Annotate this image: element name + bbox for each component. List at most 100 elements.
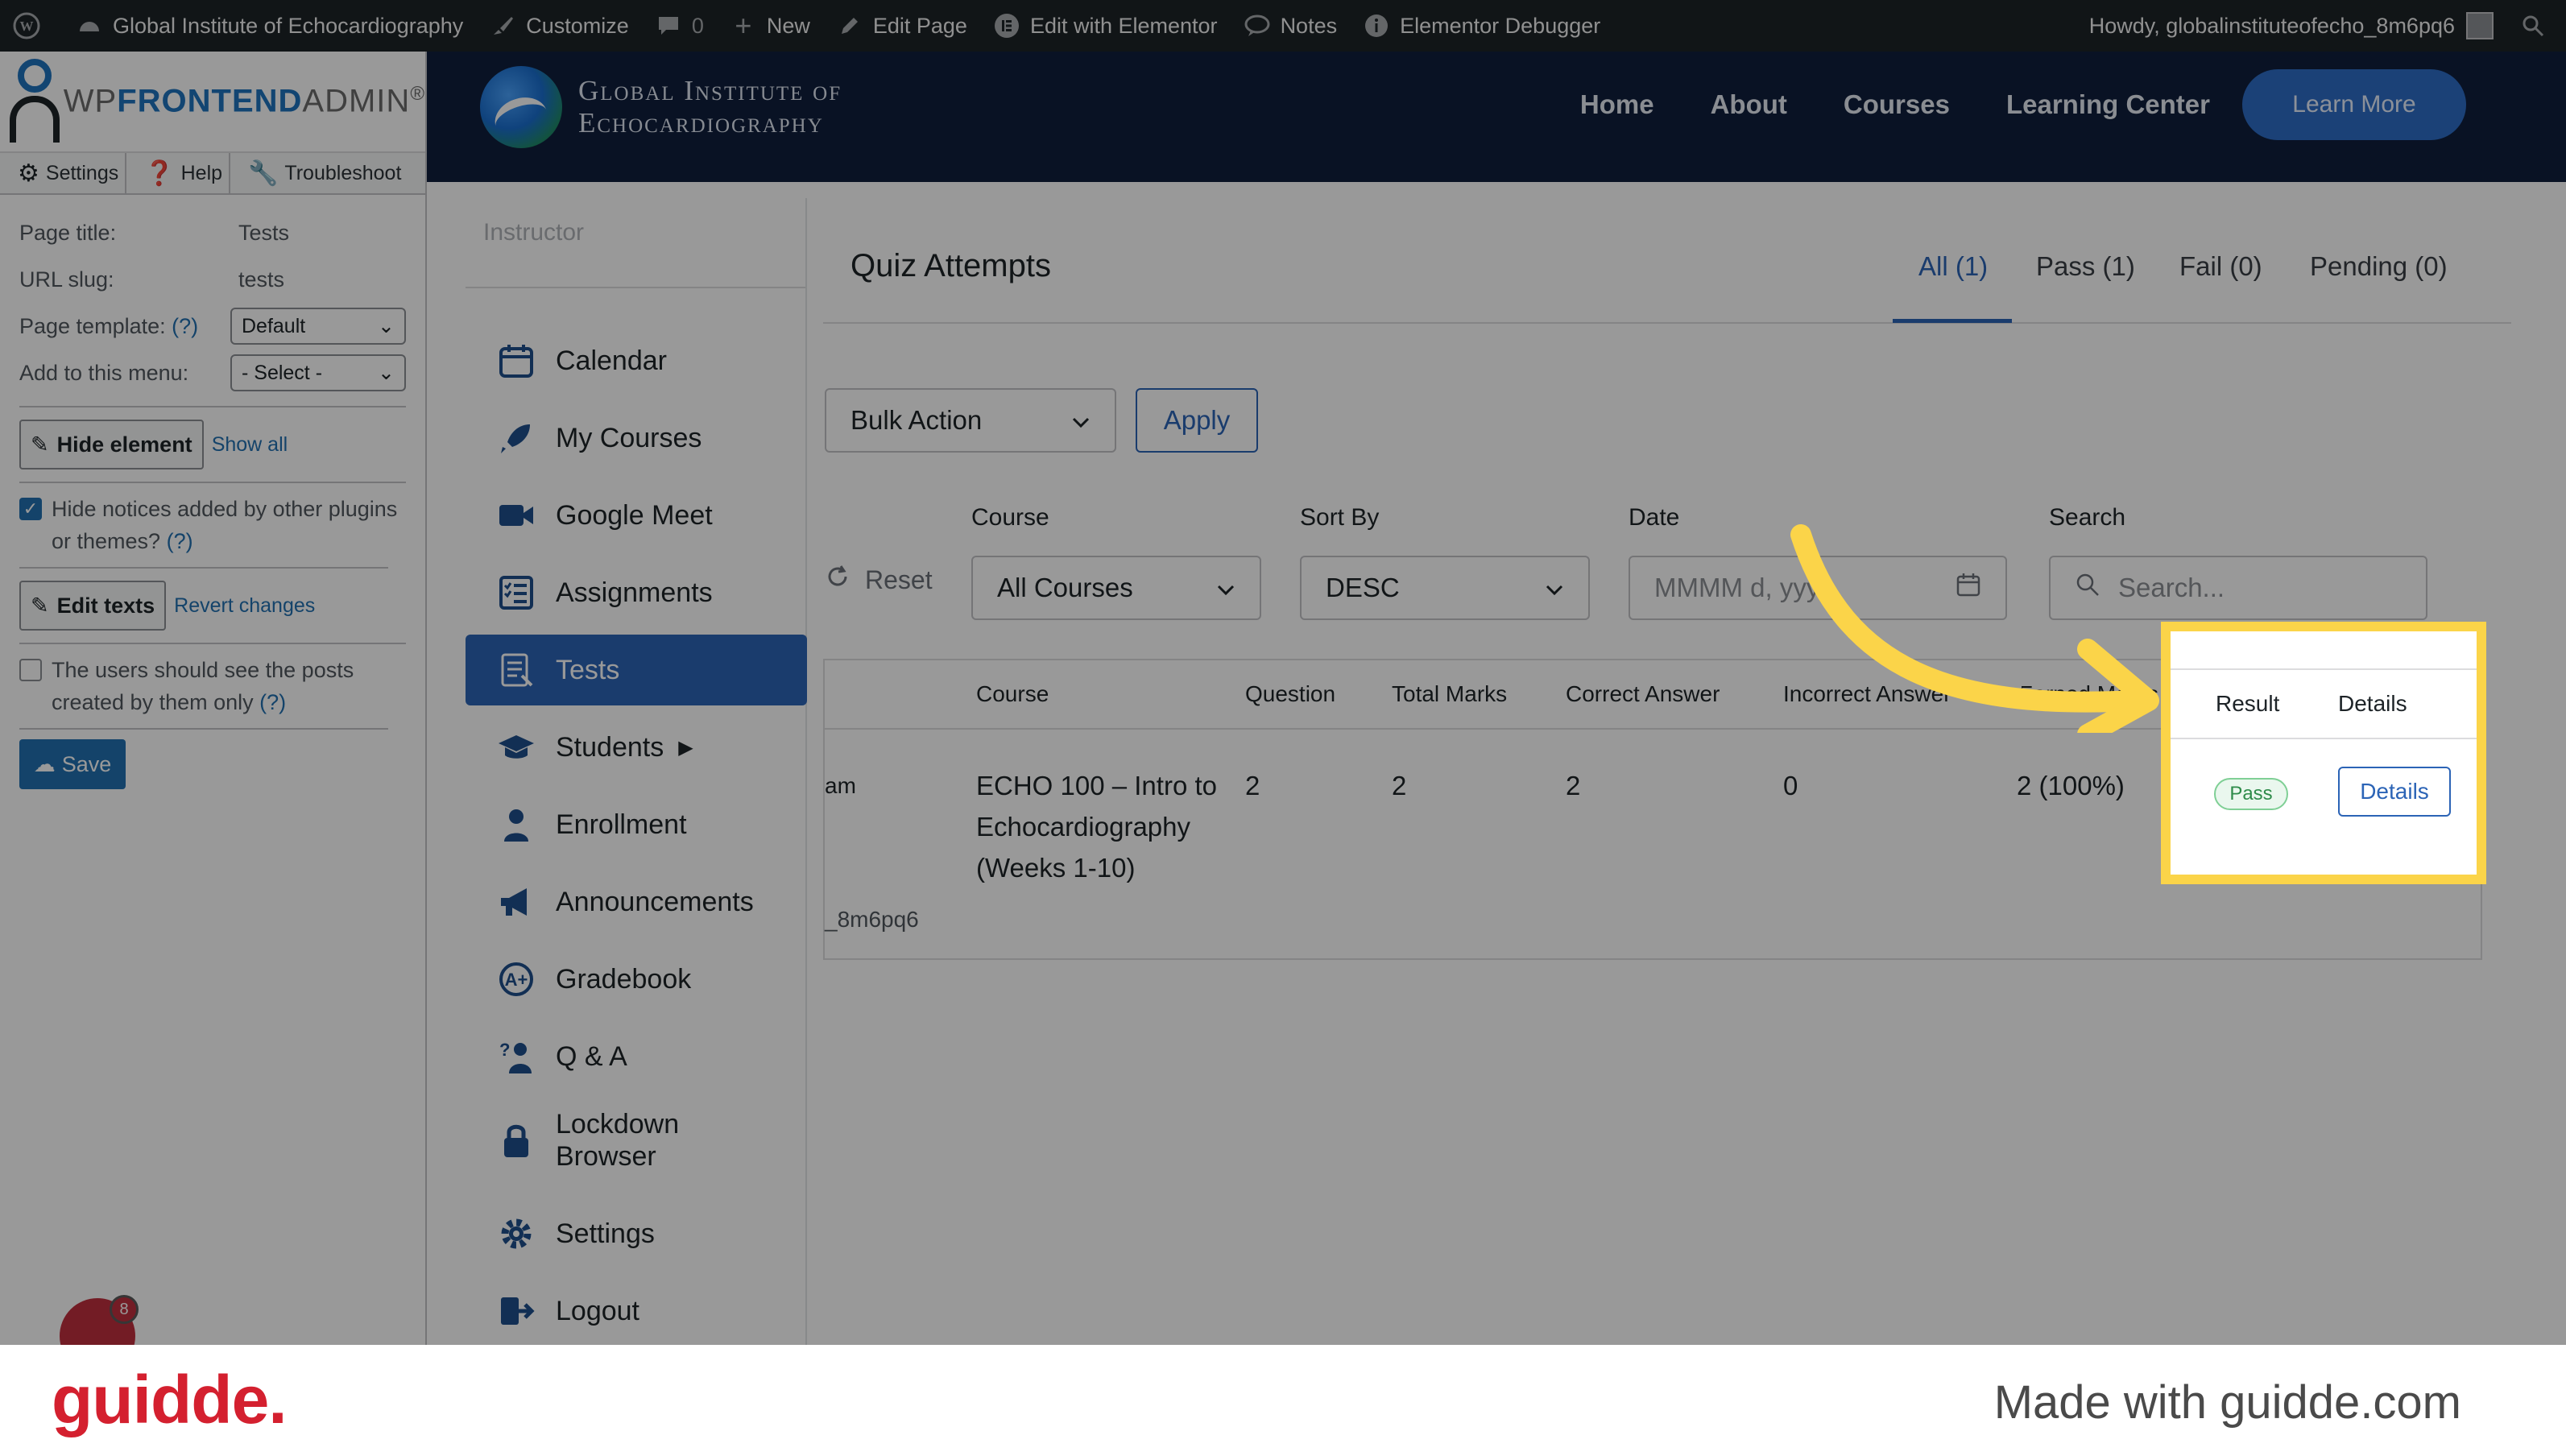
caret-right-icon[interactable]: ▶ [678, 736, 693, 759]
tab-pass[interactable]: Pass (1) [2036, 251, 2135, 282]
elementor-debugger-link[interactable]: Elementor Debugger [1350, 0, 1613, 52]
sidebar-item-announcements[interactable]: Announcements [466, 867, 807, 937]
page-title-row: Page title: Tests [19, 220, 290, 246]
wordpress-icon: W [13, 12, 40, 39]
course-filter-label: Course [971, 504, 1049, 531]
notes-label: Notes [1280, 13, 1338, 38]
hide-notices-checkbox[interactable]: ✓ [19, 498, 42, 520]
hide-element-button[interactable]: ✎ Hide element [19, 420, 204, 469]
comments-link[interactable]: 0 [642, 0, 717, 52]
row-total-marks: 2 [1392, 771, 1407, 800]
hide-notices-help-link[interactable]: (?) [167, 529, 193, 553]
checklist-icon [496, 573, 536, 613]
edit-with-elementor-link[interactable]: Edit with Elementor [980, 0, 1231, 52]
chevron-down-icon [1071, 405, 1091, 436]
bulk-action-select[interactable]: Bulk Action [825, 388, 1116, 453]
sort-select[interactable]: DESC [1300, 556, 1590, 620]
details-button[interactable]: Details [2338, 767, 2451, 817]
admin-search-button[interactable] [2506, 0, 2566, 52]
wpfa-tab-troubleshoot[interactable]: 🔧 Troubleshoot [230, 153, 408, 193]
chevron-down-icon [1545, 573, 1564, 603]
svg-text:A+: A+ [505, 970, 528, 990]
sidebar-item-calendar[interactable]: Calendar [466, 325, 807, 396]
tab-fail[interactable]: Fail (0) [2179, 251, 2262, 282]
nav-courses[interactable]: Courses [1844, 89, 1950, 120]
wpfa-tab-settings[interactable]: ⚙ Settings [0, 153, 127, 193]
sidebar-item-settings[interactable]: Settings [466, 1198, 807, 1269]
sidebar-item-lockdown-browser[interactable]: Lockdown Browser [466, 1098, 807, 1182]
active-tab-indicator [1893, 319, 2012, 323]
main-navigation: Home About Courses Learning Center Learn… [1524, 69, 2466, 140]
tabs-divider [823, 322, 2511, 324]
account-menu[interactable]: Howdy, globalinstituteofecho_8m6pq6 [2076, 0, 2506, 52]
notification-badge: 8 [110, 1295, 139, 1324]
new-content-link[interactable]: + New [717, 0, 823, 52]
site-logo [480, 66, 562, 148]
nav-about[interactable]: About [1711, 89, 1787, 120]
show-all-link[interactable]: Show all [212, 433, 288, 457]
edit-page-link[interactable]: Edit Page [823, 0, 980, 52]
comments-count: 0 [691, 13, 704, 38]
wpfrontendadmin-panel: WPFRONTENDADMIN® ⚙ Settings ❓ Help 🔧 Troubl… [0, 52, 427, 1345]
wp-admin-bar: W Global Institute of Echocardiography C… [0, 0, 2566, 52]
svg-text:?: ? [499, 1040, 510, 1060]
wordpress-logo-button[interactable]: W [0, 0, 63, 52]
sidebar-item-enrollment[interactable]: Enrollment [466, 789, 807, 860]
own-posts-checkbox[interactable] [19, 659, 42, 681]
edit-page-label: Edit Page [872, 13, 967, 38]
eraser-icon: ✎ [31, 432, 49, 457]
url-slug-value[interactable]: tests [229, 267, 284, 292]
plus-icon: + [735, 9, 752, 42]
sidebar-item-students[interactable]: Students ▶ [466, 712, 807, 783]
sidebar-item-google-meet[interactable]: Google Meet [466, 480, 807, 551]
template-help-link[interactable]: (?) [172, 314, 198, 338]
pencil-icon: ✎ [31, 593, 49, 618]
nav-home[interactable]: Home [1580, 89, 1654, 120]
row-earned-marks: 2 (100%) [2017, 771, 2125, 800]
guide-arrow-icon [1790, 524, 2159, 733]
question-person-icon: ? [496, 1036, 536, 1077]
made-with-label: Made with guidde.com [1993, 1376, 2461, 1429]
course-select[interactable]: All Courses [971, 556, 1261, 620]
notes-link[interactable]: Notes [1231, 0, 1351, 52]
learn-more-button[interactable]: Learn More [2242, 69, 2466, 140]
refresh-icon [825, 564, 851, 596]
gear-icon: ⚙ [18, 159, 39, 187]
site-name-link[interactable]: Global Institute of Echocardiography [63, 0, 476, 52]
customize-link[interactable]: Customize [476, 0, 642, 52]
reset-filters-button[interactable]: Reset [825, 564, 933, 596]
sidebar-item-qa[interactable]: ? Q & A [466, 1021, 807, 1092]
brush-icon [489, 12, 516, 39]
sidebar-item-tests[interactable]: Tests [466, 635, 807, 705]
page-template-select[interactable]: Default ⌄ [230, 308, 406, 345]
col-details: Details [2338, 691, 2407, 716]
site-brand-link[interactable]: Global Institute of Echocardiography [480, 66, 842, 148]
wpfa-logo-mark [6, 57, 60, 146]
sidebar-item-assignments[interactable]: Assignments [466, 557, 807, 628]
help-circle-icon: ❓ [144, 159, 175, 187]
own-posts-option: The users should see the posts created b… [19, 654, 406, 718]
page-title-value[interactable]: Tests [229, 221, 289, 246]
wpfa-tab-help[interactable]: ❓ Help [126, 153, 231, 193]
save-button[interactable]: ☁ Save [19, 739, 126, 789]
menu-select[interactable]: - Select - ⌄ [230, 354, 406, 391]
own-posts-help-link[interactable]: (?) [259, 690, 286, 714]
tab-all[interactable]: All (1) [1918, 251, 1988, 282]
site-brand-name: Global Institute of Echocardiography [578, 75, 842, 139]
chevron-down-icon: ⌄ [378, 362, 395, 384]
rocket-icon [496, 418, 536, 458]
guidde-logo: guidde. [52, 1362, 288, 1437]
row-incorrect-answer: 0 [1783, 771, 1798, 800]
nav-learning-center[interactable]: Learning Center [2006, 89, 2210, 120]
debugger-label: Elementor Debugger [1400, 13, 1601, 38]
edit-texts-button[interactable]: ✎ Edit texts [19, 581, 167, 631]
apply-button[interactable]: Apply [1136, 388, 1258, 453]
row-quiz-name[interactable]: am [825, 765, 856, 806]
tab-pending[interactable]: Pending (0) [2310, 251, 2448, 282]
sidebar-item-logout[interactable]: Logout [466, 1276, 807, 1346]
row-course: ECHO 100 – Intro to Echocardiography (We… [976, 771, 1217, 883]
sidebar-item-gradebook[interactable]: A+ Gradebook [466, 944, 807, 1015]
sidebar-item-my-courses[interactable]: My Courses [466, 403, 807, 474]
revert-changes-link[interactable]: Revert changes [174, 594, 315, 618]
dashboard-icon [76, 12, 103, 39]
